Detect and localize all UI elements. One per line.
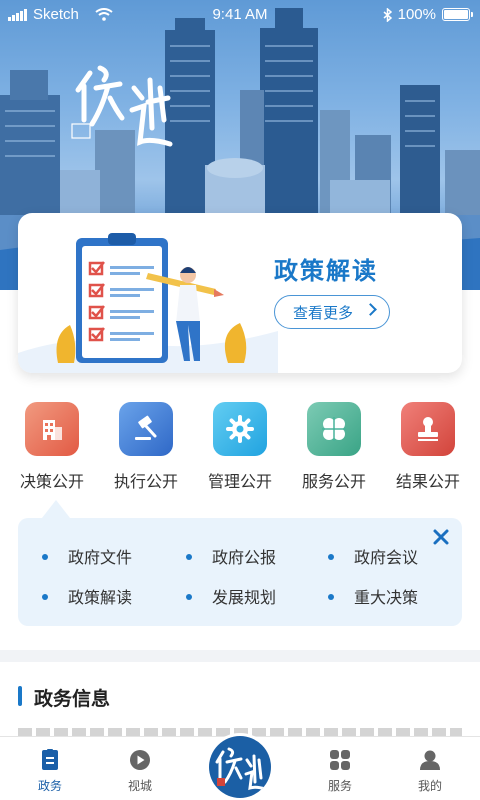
category-label: 决策公开 xyxy=(19,472,84,491)
center-logo-button[interactable] xyxy=(209,736,271,798)
category-label: 结果公开 xyxy=(395,472,460,491)
status-bar: Sketch 9:41 AM 100% xyxy=(0,0,480,30)
battery-percent: 100% xyxy=(397,6,436,23)
submenu-item[interactable]: 重大决策 xyxy=(328,584,418,608)
section-title: 政务信息 xyxy=(34,688,111,710)
bullet-icon xyxy=(186,593,192,600)
submenu-pointer xyxy=(42,500,70,518)
bullet-icon xyxy=(42,593,48,600)
category-grid: 决策公开 执行公开 管理公开 服务公开 结果公开 xyxy=(0,400,480,492)
submenu-item[interactable]: 政策解读 xyxy=(42,584,132,608)
category-label: 服务公开 xyxy=(301,472,366,491)
gear-icon xyxy=(213,402,267,456)
brand-logo xyxy=(71,65,173,147)
user-icon xyxy=(419,749,441,771)
category-decision[interactable]: 决策公开 xyxy=(7,400,97,492)
view-more-button[interactable]: 查看更多 xyxy=(274,295,390,329)
bullet-icon xyxy=(328,593,334,600)
tab-label: 视城 xyxy=(127,779,152,793)
section-accent-bar xyxy=(18,686,22,706)
tab-label: 政务 xyxy=(37,779,62,793)
tab-label: 我的 xyxy=(417,779,442,793)
close-icon[interactable] xyxy=(432,528,450,546)
battery-icon xyxy=(442,8,473,21)
brand-logo-icon xyxy=(215,747,267,791)
bullet-icon xyxy=(186,553,192,560)
banner-title: 政策解读 xyxy=(274,257,378,285)
document-icon xyxy=(39,749,61,771)
category-label: 执行公开 xyxy=(113,472,178,491)
policy-banner-card[interactable]: 政策解读 查看更多 xyxy=(18,213,462,373)
tab-profile[interactable]: 我的 xyxy=(390,737,470,800)
checklist-illustration xyxy=(18,233,278,373)
seal-icon xyxy=(401,402,455,456)
category-result[interactable]: 结果公开 xyxy=(383,400,473,492)
grid-icon xyxy=(329,749,351,771)
category-label: 管理公开 xyxy=(207,472,272,491)
play-icon xyxy=(129,749,151,771)
category-service[interactable]: 服务公开 xyxy=(289,400,379,492)
building-icon xyxy=(25,402,79,456)
submenu-item[interactable]: 政府文件 xyxy=(42,544,132,568)
tab-label: 服务 xyxy=(327,779,352,793)
tab-government[interactable]: 政务 xyxy=(10,737,90,800)
bluetooth-icon xyxy=(383,7,392,22)
submenu-item[interactable]: 政府会议 xyxy=(328,544,418,568)
category-management[interactable]: 管理公开 xyxy=(195,400,285,492)
submenu-item[interactable]: 发展规划 xyxy=(186,584,276,608)
bullet-icon xyxy=(328,553,334,560)
bullet-icon xyxy=(42,553,48,560)
view-more-label: 查看更多 xyxy=(293,303,354,322)
clover-icon xyxy=(307,402,361,456)
submenu-item[interactable]: 政府公报 xyxy=(186,544,276,568)
decision-submenu: 政府文件 政府公报 政府会议 政策解读 发展规划 重大决策 xyxy=(18,518,462,626)
tab-service[interactable]: 服务 xyxy=(300,737,380,800)
category-execution[interactable]: 执行公开 xyxy=(101,400,191,492)
gavel-icon xyxy=(119,402,173,456)
tab-video[interactable]: 视城 xyxy=(100,737,180,800)
chevron-right-icon xyxy=(364,303,377,316)
section-divider xyxy=(0,650,480,662)
